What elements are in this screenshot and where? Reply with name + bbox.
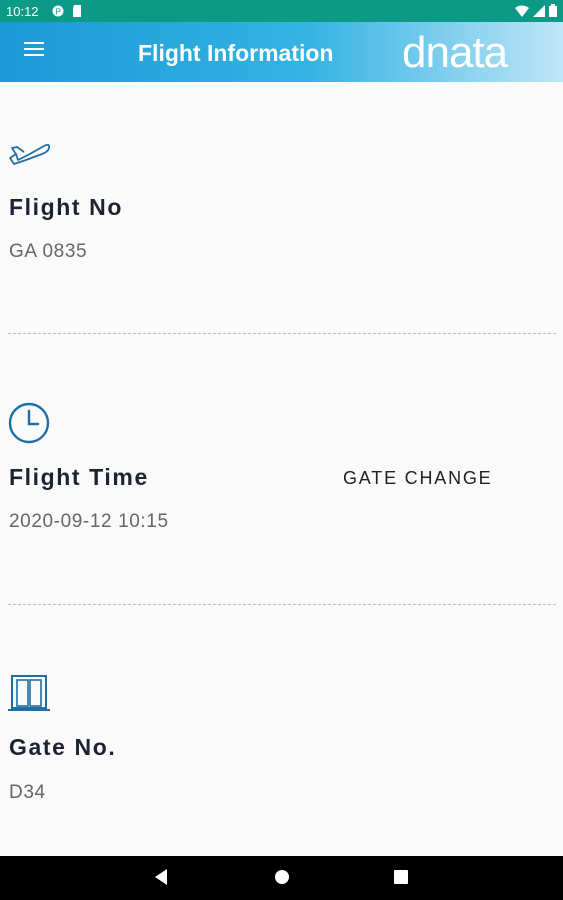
flight-no-label: Flight No — [9, 194, 124, 220]
status-bar: 10:12 P — [0, 0, 563, 22]
wifi-icon — [515, 5, 529, 17]
menu-button[interactable] — [24, 42, 44, 58]
gate-no-label: Gate No. — [9, 734, 117, 760]
sd-card-icon — [73, 5, 81, 17]
divider — [8, 604, 556, 605]
airplane-icon — [9, 143, 51, 165]
system-nav-bar — [0, 856, 563, 900]
gate-door-icon — [8, 675, 50, 711]
notification-icon: P — [52, 5, 64, 17]
gate-no-value: D34 — [9, 782, 46, 803]
page-title: Flight Information — [138, 40, 334, 66]
flight-time-value: 2020-09-12 10:15 — [9, 511, 169, 532]
dnata-logo: dnata — [402, 29, 510, 75]
app-bar: Flight Information dnata — [0, 22, 563, 82]
clock-icon — [8, 402, 50, 444]
gate-change-badge: GATE CHANGE — [343, 468, 493, 488]
logo-text: dnata — [402, 29, 509, 75]
divider — [8, 333, 556, 334]
battery-icon — [549, 4, 557, 17]
svg-text:P: P — [56, 8, 61, 17]
flight-time-label: Flight Time — [9, 464, 149, 490]
flight-no-value: GA 0835 — [9, 241, 88, 262]
signal-icon — [533, 4, 545, 17]
back-icon[interactable] — [153, 868, 169, 886]
recents-icon[interactable] — [393, 868, 409, 886]
status-time: 10:12 — [6, 4, 39, 19]
home-icon[interactable] — [273, 868, 291, 886]
